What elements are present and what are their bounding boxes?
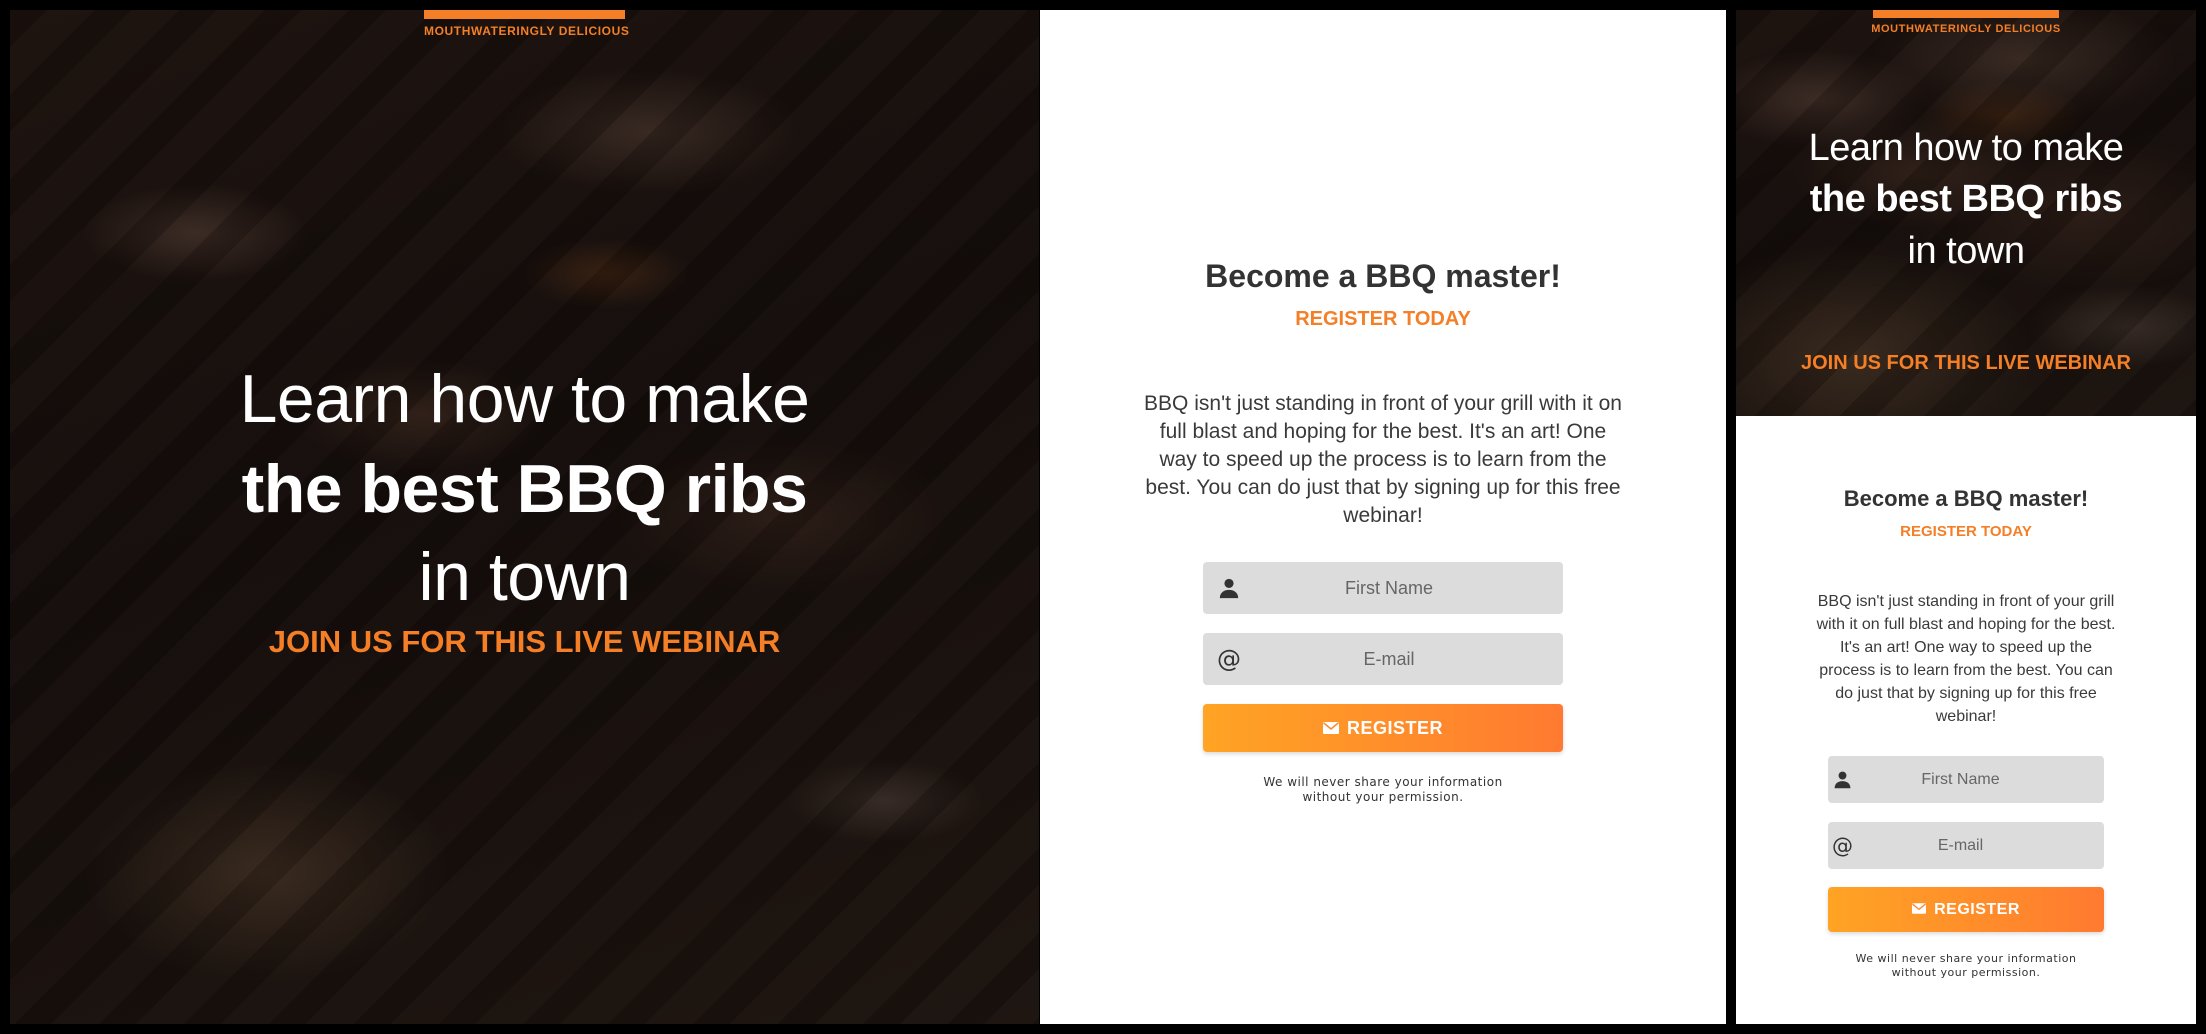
first-name-field[interactable]	[1203, 562, 1563, 614]
privacy-note-line2: without your permission.	[1302, 790, 1464, 804]
register-button[interactable]: REGISTER	[1203, 704, 1563, 752]
email-field[interactable]: @	[1828, 822, 2104, 869]
brand-tagline: MOUTHWATERINGLY DELICIOUS	[1871, 23, 2061, 35]
desktop-hero: MOUTHWATERINGLY DELICIOUS Learn how to m…	[10, 10, 1039, 1024]
at-icon: @	[1217, 645, 1241, 673]
privacy-note-line1: We will never share your information	[1263, 775, 1503, 789]
hero-subtitle: JOIN US FOR THIS LIVE WEBINAR	[268, 624, 781, 659]
brand-tagline: MOUTHWATERINGLY DELICIOUS	[424, 24, 630, 38]
user-icon	[1828, 770, 1857, 789]
form-subtitle: REGISTER TODAY	[1900, 523, 2032, 540]
hero-headline-line3: in town	[418, 539, 631, 615]
email-field[interactable]: @	[1203, 633, 1563, 685]
mobile-hero: MOUTHWATERINGLY DELICIOUS Learn how to m…	[1736, 10, 2196, 416]
privacy-note-line1: We will never share your information	[1855, 952, 2077, 965]
register-button[interactable]: REGISTER	[1828, 887, 2104, 932]
mobile-form-panel: Become a BBQ master! REGISTER TODAY BBQ …	[1736, 416, 2196, 1024]
first-name-field[interactable]	[1828, 756, 2104, 803]
privacy-note-line2: without your permission.	[1891, 966, 2041, 979]
register-button-label: REGISTER	[1346, 717, 1443, 738]
hero-headline-line1: Learn how to make	[1808, 127, 2124, 169]
form-description: BBQ isn't just standing in front of your…	[1816, 593, 2116, 725]
hero-headline-line3: in town	[1907, 230, 2025, 272]
form-subtitle: REGISTER TODAY	[1295, 308, 1471, 330]
register-button-label: REGISTER	[1934, 900, 2020, 918]
hero-headline-line1: Learn how to make	[239, 361, 810, 437]
form-description: BBQ isn't just standing in front of your…	[1144, 392, 1622, 527]
user-icon	[1203, 577, 1255, 599]
at-icon: @	[1832, 833, 1853, 858]
desktop-form-panel: Become a BBQ master! REGISTER TODAY BBQ …	[1040, 10, 1726, 1024]
privacy-note: We will never share your information wit…	[1736, 952, 2196, 980]
hero-headline-line2: the best BBQ ribs	[1809, 178, 2123, 220]
email-input[interactable]	[1857, 836, 2064, 855]
brand-bar	[1873, 10, 2059, 18]
envelope-icon	[1322, 718, 1339, 739]
envelope-icon	[1912, 901, 1927, 919]
email-input[interactable]	[1255, 648, 1523, 670]
first-name-input[interactable]	[1857, 770, 2064, 789]
first-name-input[interactable]	[1255, 577, 1523, 599]
brand-bar	[424, 10, 625, 19]
hero-headline-line2: the best BBQ ribs	[241, 451, 808, 527]
hero-subtitle: JOIN US FOR THIS LIVE WEBINAR	[1800, 352, 2132, 374]
privacy-note: We will never share your information wit…	[1040, 775, 1726, 805]
form-title: Become a BBQ master!	[1205, 258, 1561, 294]
form-title: Become a BBQ master!	[1843, 486, 2089, 511]
